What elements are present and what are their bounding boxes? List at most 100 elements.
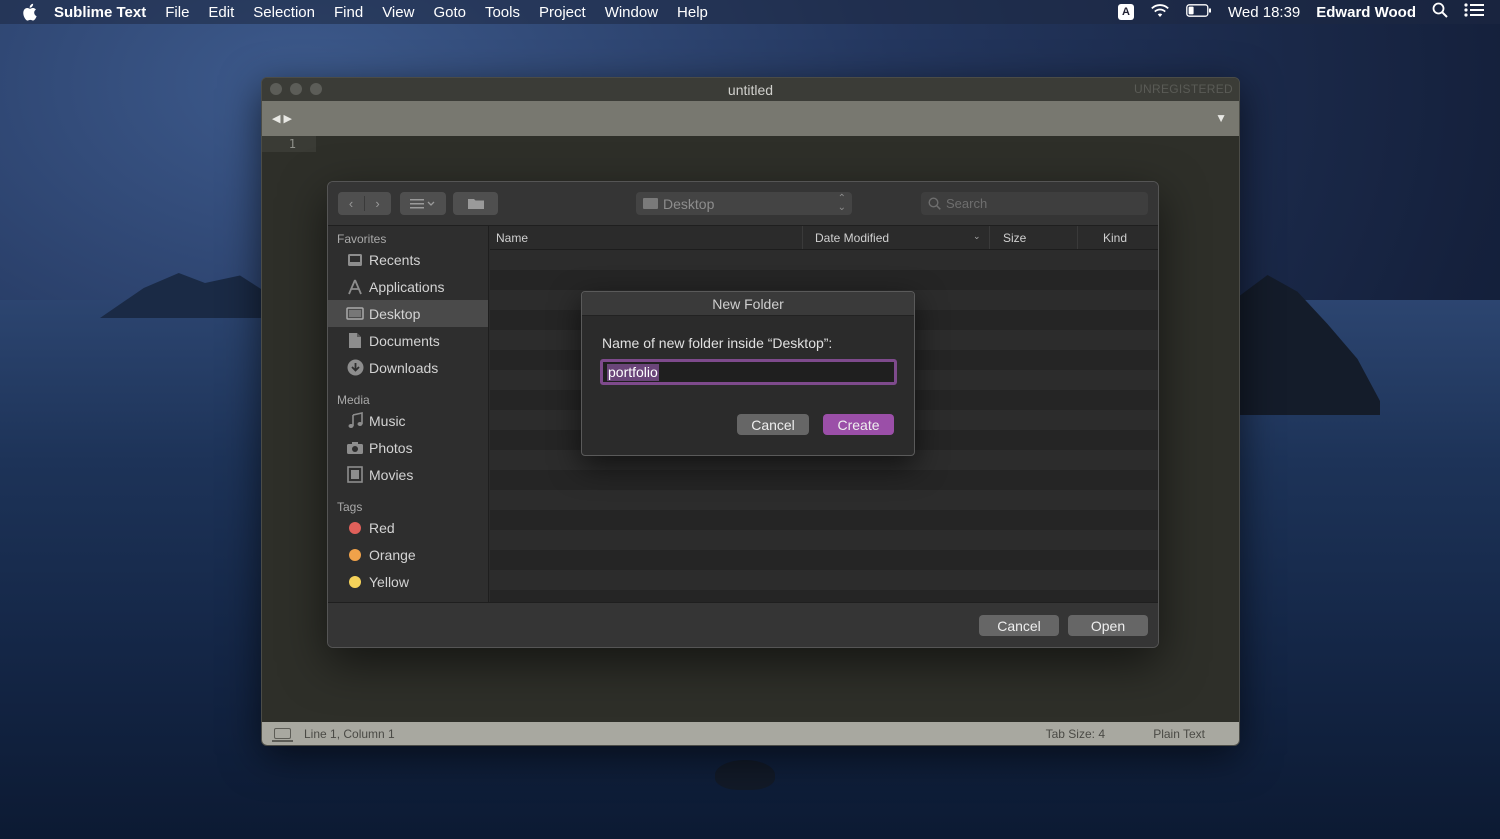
list-item: [490, 470, 1158, 490]
sidebar-tag-red[interactable]: Red: [328, 514, 488, 541]
list-item: [490, 510, 1158, 530]
menu-tools[interactable]: Tools: [485, 4, 520, 21]
close-window-button[interactable]: [270, 83, 282, 95]
spotlight-search-icon[interactable]: [1432, 2, 1448, 22]
tab-next-icon[interactable]: ▶: [283, 112, 291, 125]
editor-tabbar: ◀ ▶ ▼: [262, 101, 1239, 136]
sheet-cancel-button[interactable]: Cancel: [737, 414, 809, 435]
syntax-indicator[interactable]: Plain Text: [1153, 727, 1205, 741]
list-item: [490, 490, 1158, 510]
sidebar-item-downloads[interactable]: Downloads: [328, 354, 488, 381]
column-kind[interactable]: Kind: [1078, 226, 1158, 249]
wifi-icon[interactable]: [1150, 3, 1170, 22]
folder-name-field[interactable]: portfolio: [600, 359, 897, 385]
menu-file[interactable]: File: [165, 4, 189, 21]
minimize-window-button[interactable]: [290, 83, 302, 95]
downloads-icon: [346, 359, 364, 377]
folder-name-prompt: Name of new folder inside “Desktop”:: [602, 335, 833, 351]
tab-prev-icon[interactable]: ◀: [272, 112, 280, 125]
input-source-icon[interactable]: A: [1117, 4, 1134, 20]
battery-icon[interactable]: [1186, 3, 1212, 21]
sidebar-item-label: Red: [369, 519, 395, 536]
tab-navigation: ◀ ▶: [272, 112, 292, 125]
wallpaper-rock: [715, 760, 775, 790]
new-folder-toolbar-button[interactable]: [453, 192, 498, 215]
sidebar-item-photos[interactable]: Photos: [328, 434, 488, 461]
cancel-button[interactable]: Cancel: [979, 615, 1059, 636]
menu-project[interactable]: Project: [539, 4, 586, 21]
search-field[interactable]: Search: [921, 192, 1148, 215]
updown-chevron-icon: ⌃ ⌄: [837, 193, 846, 213]
forward-chevron-icon[interactable]: ›: [365, 196, 391, 211]
search-placeholder: Search: [946, 196, 988, 211]
camera-icon: [346, 439, 364, 457]
console-toggle-icon[interactable]: [272, 728, 293, 742]
new-folder-icon: [467, 199, 484, 209]
sidebar-item-label: Orange: [369, 546, 416, 563]
window-controls: [270, 83, 322, 95]
menu-goto[interactable]: Goto: [433, 4, 466, 21]
sidebar-item-desktop[interactable]: Desktop: [328, 300, 488, 327]
wallpaper-island-left: [100, 273, 275, 318]
sidebar-tag-orange[interactable]: Orange: [328, 541, 488, 568]
sidebar-item-label: Movies: [369, 466, 414, 483]
editor-titlebar: untitled UNREGISTERED: [262, 78, 1239, 101]
column-size[interactable]: Size: [990, 226, 1078, 249]
line-number-gutter: 1: [262, 136, 316, 152]
location-popup[interactable]: Desktop ⌃ ⌄: [636, 192, 852, 215]
column-name[interactable]: Name: [490, 226, 803, 249]
media-header: Media: [337, 393, 370, 407]
folder-name-value: portfolio: [607, 363, 659, 381]
tab-size-indicator[interactable]: Tab Size: 4: [1046, 727, 1105, 741]
unregistered-label: UNREGISTERED: [1134, 82, 1233, 96]
sidebar-item-label: Photos: [369, 439, 413, 456]
search-icon: [928, 197, 941, 210]
menu-selection[interactable]: Selection: [253, 4, 315, 21]
sidebar-item-label: Yellow: [369, 573, 409, 590]
open-button[interactable]: Open: [1068, 615, 1148, 636]
sidebar-item-movies[interactable]: Movies: [328, 461, 488, 488]
dialog-sidebar: Favorites Recents Applications Desktop D…: [328, 226, 489, 604]
list-view-icon: [410, 198, 435, 208]
sidebar-item-documents[interactable]: Documents: [328, 327, 488, 354]
zoom-window-button[interactable]: [310, 83, 322, 95]
back-chevron-icon[interactable]: ‹: [339, 196, 365, 211]
sheet-title: New Folder: [582, 292, 914, 316]
editor-statusbar: Line 1, Column 1 Tab Size: 4 Plain Text: [262, 722, 1239, 745]
yellow-tag-icon: [346, 573, 364, 591]
sidebar-item-label: Desktop: [369, 305, 421, 322]
list-item: [490, 250, 1158, 270]
menubar-user[interactable]: Edward Wood: [1316, 4, 1416, 21]
new-folder-sheet: New Folder Name of new folder inside “De…: [581, 291, 915, 456]
column-date-modified[interactable]: Date Modified: [803, 226, 990, 249]
list-item: [490, 550, 1158, 570]
sidebar-item-applications[interactable]: Applications: [328, 273, 488, 300]
tab-dropdown-icon[interactable]: ▼: [1215, 111, 1227, 125]
menubar-clock[interactable]: Wed 18:39: [1228, 4, 1300, 21]
list-item: [490, 270, 1158, 290]
apple-menu-icon[interactable]: [18, 1, 40, 23]
menu-find[interactable]: Find: [334, 4, 363, 21]
menu-help[interactable]: Help: [677, 4, 708, 21]
sidebar-item-label: Applications: [369, 278, 445, 295]
menu-app-name[interactable]: Sublime Text: [54, 4, 146, 21]
menu-bar: Sublime Text File Edit Selection Find Vi…: [0, 0, 1500, 24]
sidebar-tag-yellow[interactable]: Yellow: [328, 568, 488, 595]
recents-icon: [346, 251, 364, 269]
documents-icon: [346, 332, 364, 350]
view-options-button[interactable]: [400, 192, 446, 215]
menu-window[interactable]: Window: [605, 4, 658, 21]
cursor-position: Line 1, Column 1: [304, 726, 395, 741]
sidebar-item-music[interactable]: Music: [328, 407, 488, 434]
applications-icon: [346, 278, 364, 296]
menu-view[interactable]: View: [382, 4, 414, 21]
menu-edit[interactable]: Edit: [208, 4, 234, 21]
notification-center-icon[interactable]: [1464, 3, 1484, 21]
sidebar-item-recents[interactable]: Recents: [328, 246, 488, 273]
red-tag-icon: [346, 519, 364, 537]
sidebar-item-label: Documents: [369, 332, 440, 349]
file-list-header: Name Date Modified Size Kind ⌄: [490, 226, 1158, 250]
list-item: [490, 530, 1158, 550]
sort-chevron-icon[interactable]: ⌄: [973, 231, 981, 242]
create-button[interactable]: Create: [823, 414, 894, 435]
